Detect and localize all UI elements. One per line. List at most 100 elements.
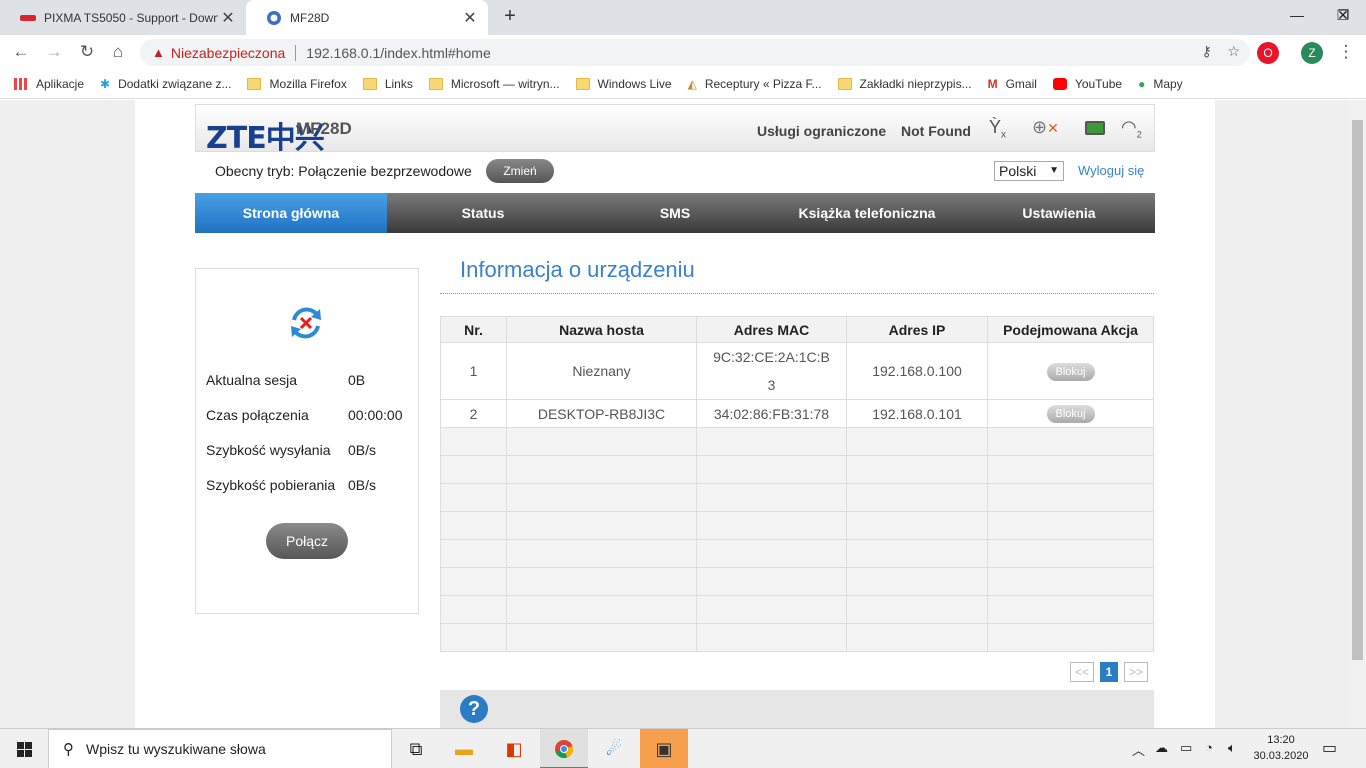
bookmark-unsorted[interactable]: Zakładki nieprzypis... <box>837 77 972 91</box>
bookmark-links[interactable]: Links <box>362 77 413 91</box>
network-status: Not Found <box>901 123 971 139</box>
volume-icon[interactable]: 🔈︎ <box>1228 740 1236 756</box>
menu-settings[interactable]: Ustawienia <box>963 193 1155 233</box>
close-tab-icon[interactable]: ✕ <box>218 8 238 28</box>
tab-pixma[interactable]: PIXMA TS5050 - Support - Downl ✕ <box>0 0 246 35</box>
taskbar-search[interactable]: ⚲ Wpisz tu wyszukiwane słowa <box>48 729 392 768</box>
task-view-icon[interactable]: ⧉ <box>392 729 440 768</box>
apps-grid-icon <box>14 77 28 90</box>
chrome-icon[interactable] <box>540 729 588 768</box>
empty-row <box>440 455 1154 484</box>
canon-icon <box>20 10 36 26</box>
current-page[interactable]: 1 <box>1100 662 1118 682</box>
start-button[interactable] <box>0 729 48 768</box>
office-icon[interactable]: ◧ <box>490 729 538 768</box>
bookmark-firefox[interactable]: Mozilla Firefox <box>247 76 347 91</box>
menu-sms[interactable]: SMS <box>579 193 771 233</box>
tab-mf28d[interactable]: MF28D ✕ <box>246 0 488 35</box>
stat-label: Szybkość pobierania <box>206 477 336 493</box>
tab-strip: PIXMA TS5050 - Support - Downl ✕ MF28D ✕… <box>0 0 1366 35</box>
empty-row <box>440 511 1154 540</box>
search-icon: ⚲ <box>63 741 74 758</box>
close-window-button[interactable]: ✕ <box>1320 0 1366 32</box>
language-select[interactable]: Polski ▼ <box>994 161 1064 181</box>
bookmark-microsoft[interactable]: Microsoft — witryn... <box>428 77 560 91</box>
router-page: ZTE中兴 MF28D Usługi ograniczone Not Found… <box>135 100 1215 728</box>
wifi-tray-icon[interactable]: ◔ <box>1205 740 1213 755</box>
page-scrollbar[interactable] <box>1349 100 1366 728</box>
profile-avatar[interactable]: Z <box>1301 42 1323 64</box>
caret-down-icon: ▼ <box>1049 165 1059 176</box>
reload-icon[interactable]: ↻ <box>74 39 100 65</box>
bookmark-youtube[interactable]: YouTube <box>1052 77 1122 91</box>
stat-value: 0B/s <box>348 442 377 458</box>
empty-row <box>440 595 1154 624</box>
security-label[interactable]: Niezabezpieczona <box>171 45 285 61</box>
router-app-icon[interactable]: ▣ <box>640 729 688 768</box>
empty-row <box>440 427 1154 456</box>
empty-row <box>440 483 1154 512</box>
forward-icon[interactable]: → <box>41 39 67 65</box>
column-header: Podejmowana Akcja <box>987 316 1154 343</box>
next-page-button[interactable]: >> <box>1124 662 1148 682</box>
bookmark-star-icon[interactable]: ⚷ ☆ <box>1202 43 1240 60</box>
bookmark-gmail[interactable]: M Gmail <box>988 77 1037 91</box>
file-explorer-icon[interactable]: ▬ <box>440 729 488 768</box>
cell-mac: 9C:32:CE:2A:1C:B 3 <box>696 342 847 400</box>
url-text[interactable]: 192.168.0.1/index.html#home <box>306 45 490 61</box>
help-bar: ? <box>440 690 1154 728</box>
bookmark-apps[interactable]: Aplikacje <box>14 77 84 91</box>
scrollbar-thumb[interactable] <box>1352 120 1363 660</box>
prev-page-button[interactable]: << <box>1070 662 1094 682</box>
menu-home[interactable]: Strona główna <box>195 193 387 233</box>
tray-chevron-icon[interactable]: ︿ <box>1132 740 1145 759</box>
system-clock[interactable]: 13:20 30.03.2020 <box>1253 732 1309 764</box>
connect-button[interactable]: Połącz <box>266 523 348 559</box>
stat-value: 0B <box>348 372 366 388</box>
gmail-icon: M <box>987 76 998 91</box>
mac-part: 3 <box>767 377 776 393</box>
folder-icon <box>428 77 443 90</box>
column-header: Nr. <box>440 316 507 343</box>
notification-icon[interactable]: ▭ <box>1322 738 1337 758</box>
block-button[interactable]: Blokuj <box>1046 405 1095 423</box>
bookmark-label: Mozilla Firefox <box>269 76 347 91</box>
battery-icon[interactable]: ▭ <box>1180 740 1192 756</box>
windows-taskbar: ⚲ Wpisz tu wyszukiwane słowa ⧉ ▬ ◧ ☄ ▣ ︿… <box>0 728 1366 768</box>
menu-phonebook[interactable]: Książka telefoniczna <box>771 193 963 233</box>
bookmark-label: Windows Live <box>597 76 672 91</box>
maps-pin-icon: ● <box>1138 76 1146 91</box>
menu-kebab-icon[interactable]: ⋮ <box>1333 39 1359 65</box>
address-bar[interactable]: ▲ Niezabezpieczona 192.168.0.1/index.htm… <box>140 39 1250 66</box>
clock-time: 13:20 <box>1267 734 1295 746</box>
bookmark-pizza[interactable]: ◭ Receptury « Pizza F... <box>688 77 822 91</box>
stat-value: 0B/s <box>348 477 377 493</box>
no-signal-icon: Ỳx <box>989 117 1007 141</box>
network-app-icon[interactable]: ☄ <box>590 729 638 768</box>
column-header: Adres IP <box>846 316 988 343</box>
close-tab-icon[interactable]: ✕ <box>460 8 480 28</box>
bookmarks-bar: Aplikacje ✱ Dodatki związane z... Mozilla… <box>0 69 1366 99</box>
help-icon[interactable]: ? <box>460 695 488 723</box>
block-button[interactable]: Blokuj <box>1046 362 1095 381</box>
logout-link[interactable]: Wyloguj się <box>1078 163 1144 178</box>
device-info-section: Informacja o urządzeniu <box>440 250 1154 294</box>
bookmark-windows-live[interactable]: Windows Live <box>575 76 672 91</box>
home-icon[interactable]: ⌂ <box>105 39 131 65</box>
empty-row <box>440 623 1154 652</box>
minimize-button[interactable]: — <box>1274 0 1320 32</box>
new-tab-button[interactable]: + <box>498 5 522 29</box>
bookmark-addons[interactable]: ✱ Dodatki związane z... <box>100 77 231 91</box>
no-internet-globe-icon: ⊕✕ <box>1032 117 1059 137</box>
change-mode-button[interactable]: Zmień <box>486 159 554 183</box>
wifi-icon: ◠2 <box>1121 117 1142 140</box>
back-icon[interactable]: ← <box>8 39 34 65</box>
service-status: Usługi ograniczone <box>757 123 887 139</box>
onedrive-icon[interactable]: ☁ <box>1155 740 1168 756</box>
main-menu: Strona główna Status SMS Książka telefon… <box>195 193 1155 233</box>
bookmark-maps[interactable]: ● Mapy <box>1138 77 1183 91</box>
device-table: Nr. Nazwa hosta Adres MAC Adres IP Podej… <box>440 316 1154 652</box>
opera-extension-icon[interactable]: O <box>1257 42 1279 64</box>
menu-status[interactable]: Status <box>387 193 579 233</box>
browser-toolbar: ← → ↻ ⌂ ▲ Niezabezpieczona 192.168.0.1/i… <box>0 35 1366 69</box>
